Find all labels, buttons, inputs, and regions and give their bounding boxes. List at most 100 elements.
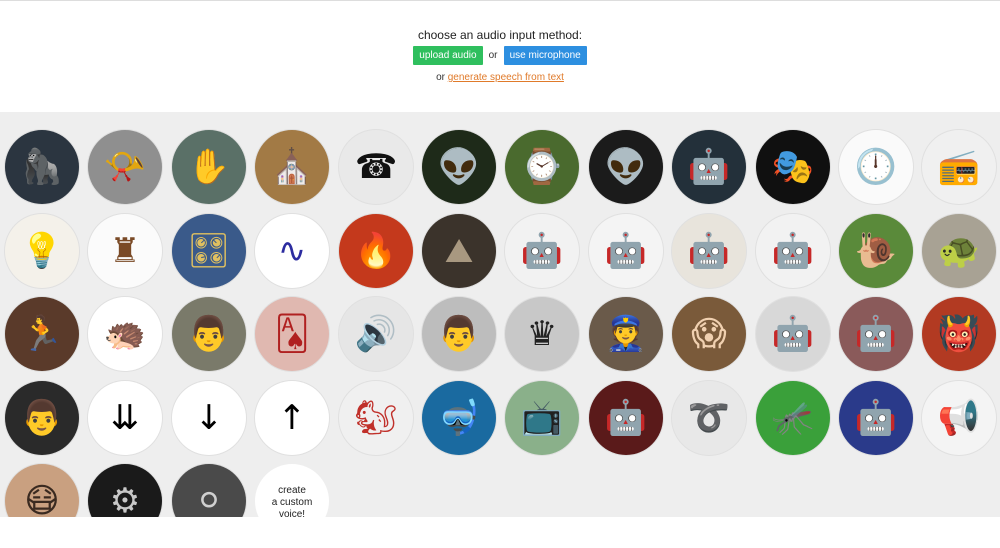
voice-option[interactable]: ♛: [505, 297, 579, 371]
voice-option[interactable]: ⛪: [255, 130, 329, 204]
voice-option[interactable]: 🎛: [172, 214, 246, 288]
lego-robot-icon: 🤖: [771, 231, 815, 271]
voice-option[interactable]: 🤿: [422, 381, 496, 455]
voice-option[interactable]: 🤖: [756, 214, 830, 288]
tts-prefix: or: [436, 72, 445, 83]
voice-option[interactable]: 🏃: [5, 297, 79, 371]
voice-option[interactable]: ∿: [255, 214, 329, 288]
voice-option[interactable]: 📻: [922, 130, 996, 204]
page-footer-space: [0, 517, 1000, 548]
voice-option[interactable]: 🤖: [589, 214, 663, 288]
arrows-up-dense-icon: ↑: [277, 398, 307, 438]
voice-option[interactable]: 👨: [422, 297, 496, 371]
voice-option[interactable]: 🦍: [5, 130, 79, 204]
voice-option[interactable]: 🦔: [88, 297, 162, 371]
voice-option[interactable]: 😷: [5, 464, 79, 517]
upload-audio-button[interactable]: upload audio: [413, 46, 483, 65]
kirobo-robot-icon: 🤖: [854, 314, 898, 354]
voice-option[interactable]: 🐿: [339, 381, 413, 455]
robot-mask-icon: 🤖: [687, 147, 731, 187]
voice-option[interactable]: 🂡: [255, 297, 329, 371]
or-separator: or: [488, 50, 498, 61]
voice-option[interactable]: ⚙: [88, 464, 162, 517]
voice-changer-page: choose an audio input method: upload aud…: [0, 0, 1000, 548]
voice-option[interactable]: ↓: [172, 381, 246, 455]
voice-option[interactable]: ⛰: [422, 214, 496, 288]
voice-option[interactable]: ➰: [672, 381, 746, 455]
voice-option[interactable]: 💡: [5, 214, 79, 288]
desk-lamp-icon: 💡: [20, 231, 64, 271]
custom-voice-label: create: [278, 485, 306, 496]
voice-option[interactable]: 🐢: [922, 214, 996, 288]
input-method-prompt: choose an audio input method:: [417, 28, 583, 42]
voice-option[interactable]: ✋: [172, 130, 246, 204]
voice-option[interactable]: 📺: [505, 381, 579, 455]
scuba-diver-icon: 🤿: [437, 398, 481, 438]
voice-option[interactable]: 👽: [589, 130, 663, 204]
playing-cards-icon: 🂡: [274, 314, 310, 354]
sine-wave-icon: ∿: [277, 231, 307, 271]
metal-knob-icon: ⚪: [194, 481, 224, 517]
tts-row: or generate speech from text: [0, 72, 1000, 83]
voice-option[interactable]: ⚪: [172, 464, 246, 517]
gorilla-roar-icon: 🦍: [20, 147, 64, 187]
wtf-meme-icon: 😱: [691, 314, 727, 354]
voice-option[interactable]: 👨: [172, 297, 246, 371]
arrows-down-icon: ⇊: [110, 398, 140, 438]
voice-option[interactable]: 🤖: [839, 297, 913, 371]
handlebar-icon: ⚙: [109, 481, 141, 517]
voice-option[interactable]: ♜: [88, 214, 162, 288]
voice-option[interactable]: ↑: [255, 381, 329, 455]
voice-option[interactable]: 📯: [88, 130, 162, 204]
voice-option[interactable]: 👮: [589, 297, 663, 371]
white-robot-icon: 🤖: [604, 231, 648, 271]
voice-option[interactable]: 🤖: [505, 214, 579, 288]
input-method-header: choose an audio input method: upload aud…: [0, 0, 1000, 112]
voice-option[interactable]: 🐌: [839, 214, 913, 288]
generate-speech-link[interactable]: generate speech from text: [448, 72, 564, 83]
tortoise-icon: 🐢: [937, 231, 981, 271]
voice-option[interactable]: ⌚: [505, 130, 579, 204]
voice-option[interactable]: 🤖: [839, 381, 913, 455]
custom-voice-label: a custom: [271, 497, 313, 508]
voice-option[interactable]: 🦟: [756, 381, 830, 455]
rotary-telephone-icon: ☎: [354, 147, 398, 187]
voice-option[interactable]: 🔥: [339, 214, 413, 288]
create-custom-voice-button[interactable]: create a custom voice!: [255, 464, 329, 517]
melting-clock-icon: ⌚: [520, 147, 564, 187]
voice-option[interactable]: 🤖: [672, 214, 746, 288]
voice-option[interactable]: 😱: [672, 297, 746, 371]
snail-icon: 🐌: [854, 231, 898, 271]
gramophone-icon: 📯: [103, 147, 147, 187]
megaphone-icon: 📢: [937, 398, 981, 438]
use-microphone-button[interactable]: use microphone: [503, 46, 587, 65]
voice-option[interactable]: 🤖: [589, 381, 663, 455]
dalek-icon: ♜: [109, 231, 141, 271]
alien-face-icon: 👽: [437, 147, 481, 187]
mosquito-icon: 🦟: [771, 398, 815, 438]
tv-robot-face-icon: 📺: [520, 398, 564, 438]
voice-option[interactable]: 🤖: [672, 130, 746, 204]
wooden-speaker-icon: 🔊: [354, 314, 398, 354]
arrows-down-dense-icon: ↓: [194, 398, 224, 438]
fire-demon-icon: 🔥: [354, 231, 398, 271]
robot-walker-icon: 🤖: [520, 231, 564, 271]
chipmunk-icon: 🐿: [354, 398, 398, 438]
red-demon-icon: 👹: [937, 314, 981, 354]
voice-option[interactable]: 🤖: [756, 297, 830, 371]
voice-gallery: 🦍 📯 ✋ ⛪ ☎ 👽 ⌚ 👽 🤖 🎭 🕛 📻 💡 ♜ 🎛 ∿ 🔥 ⛰ 🤖 🤖 🤖 🤖 🐌 🐢 🏃 🦔 👨 🂡 🔊 👨 ♛ 👮 😱 🤖 🤖 👹 👨 ⇊ ↓ ↑…: [0, 112, 1000, 517]
voice-option[interactable]: 🕛: [839, 130, 913, 204]
voice-option[interactable]: 📢: [922, 381, 996, 455]
vintage-radio-icon: 📻: [937, 147, 981, 187]
sprinter-icon: 🏃: [20, 314, 64, 354]
voice-option[interactable]: 🔊: [339, 297, 413, 371]
voice-option[interactable]: 🎭: [756, 130, 830, 204]
voice-option[interactable]: ☎: [339, 130, 413, 204]
voice-option[interactable]: ⇊: [88, 381, 162, 455]
dark-lord-icon: ♛: [526, 314, 558, 354]
synthesizer-pedal-icon: 🎛: [187, 231, 231, 271]
toy-robot-icon: 🤖: [687, 231, 731, 271]
voice-option[interactable]: 👹: [922, 297, 996, 371]
voice-option[interactable]: 👽: [422, 130, 496, 204]
voice-option[interactable]: 👨: [5, 381, 79, 455]
